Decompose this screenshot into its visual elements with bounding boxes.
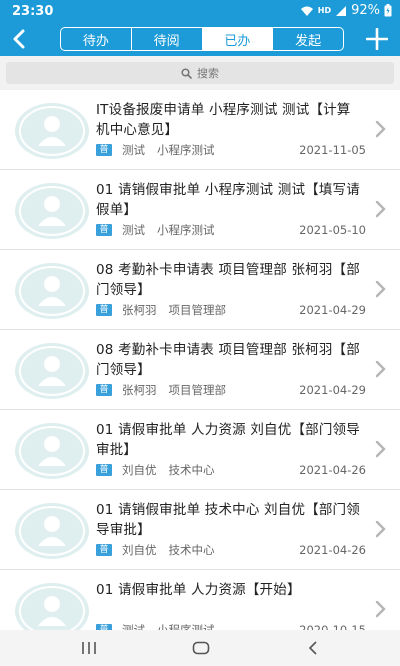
tab-to-read[interactable]: 待阅 [132, 28, 203, 50]
avatar-icon [15, 343, 89, 399]
chevron-right-icon [375, 600, 386, 618]
item-title: 08 考勤补卡申请表 项目管理部 张柯羽【部门领导】 [96, 262, 360, 298]
status-time: 23:30 [12, 4, 54, 19]
item-person: 张柯羽 [122, 303, 157, 317]
item-department: 小程序测试 [157, 223, 215, 237]
recent-apps-icon [82, 642, 96, 654]
list-item[interactable]: 01 请假审批单 人力资源 刘自优【部门领导审批】 普 刘自优 技术中心 202… [0, 410, 400, 490]
item-title: 01 请销假审批单 小程序测试 测试【填写请假单】 [96, 182, 360, 218]
system-back-button[interactable] [298, 636, 328, 660]
item-department: 项目管理部 [168, 303, 227, 317]
list-item[interactable]: 01 请假审批单 人力资源【开始】 普 测试 小程序测试 2020-10-15 [0, 570, 400, 630]
list-item[interactable]: IT设备报废申请单 小程序测试 测试【计算机中心意见】 普 测试 小程序测试 2… [0, 90, 400, 170]
document-list: IT设备报废申请单 小程序测试 测试【计算机中心意见】 普 测试 小程序测试 2… [0, 90, 400, 630]
item-person: 刘自优 [122, 463, 157, 477]
item-date: 2021-04-29 [299, 303, 366, 317]
list-item[interactable]: 01 请销假审批单 技术中心 刘自优【部门领导审批】 普 刘自优 技术中心 20… [0, 490, 400, 570]
item-department: 技术中心 [168, 543, 215, 557]
item-meta: 普 张柯羽 项目管理部 2021-04-29 [96, 302, 366, 318]
item-title: 01 请假审批单 人力资源 刘自优【部门领导审批】 [96, 422, 360, 458]
recent-apps-button[interactable] [74, 636, 104, 660]
priority-badge: 普 [96, 544, 112, 556]
search-bar: 搜索 [0, 56, 400, 90]
battery-percent: 92% [351, 3, 380, 18]
home-button[interactable] [186, 636, 216, 660]
item-person: 测试 [122, 623, 145, 630]
avatar-icon [15, 263, 89, 319]
chevron-right-icon [375, 360, 386, 378]
item-meta: 普 刘自优 技术中心 2021-04-26 [96, 542, 366, 558]
chevron-right-icon [375, 280, 386, 298]
chevron-right-icon [375, 120, 386, 138]
item-title: 01 请销假审批单 技术中心 刘自优【部门领导审批】 [96, 502, 360, 538]
priority-badge: 普 [96, 304, 112, 316]
item-date: 2021-04-26 [299, 463, 366, 477]
plus-icon [366, 28, 388, 50]
tab-bar: 待办 待阅 已办 发起 [60, 27, 344, 51]
status-indicators: HD 92% [300, 3, 392, 18]
tab-initiate[interactable]: 发起 [273, 28, 343, 50]
tab-done[interactable]: 已办 [202, 28, 274, 50]
item-date: 2021-04-26 [299, 543, 366, 557]
item-date: 2020-10-15 [299, 623, 366, 630]
item-meta: 普 张柯羽 项目管理部 2021-04-29 [96, 382, 366, 398]
battery-icon [384, 4, 392, 17]
back-arrow-icon [308, 641, 317, 655]
item-date: 2021-11-05 [299, 143, 366, 157]
item-date: 2021-05-10 [299, 223, 366, 237]
item-department: 项目管理部 [168, 383, 227, 397]
avatar-icon [15, 103, 89, 159]
signal-icon [336, 5, 347, 16]
chevron-right-icon [375, 520, 386, 538]
item-meta: 普 测试 小程序测试 2020-10-15 [96, 622, 366, 630]
item-person: 刘自优 [122, 543, 157, 557]
avatar-icon [15, 183, 89, 239]
chevron-right-icon [375, 200, 386, 218]
home-icon [192, 641, 210, 655]
list-item[interactable]: 01 请销假审批单 小程序测试 测试【填写请假单】 普 测试 小程序测试 202… [0, 170, 400, 250]
system-nav-bar [0, 630, 400, 666]
chevron-right-icon [375, 440, 386, 458]
item-title: IT设备报废申请单 小程序测试 测试【计算机中心意见】 [96, 102, 351, 138]
item-title: 08 考勤补卡申请表 项目管理部 张柯羽【部门领导】 [96, 342, 360, 378]
list-item[interactable]: 08 考勤补卡申请表 项目管理部 张柯羽【部门领导】 普 张柯羽 项目管理部 2… [0, 250, 400, 330]
signal-label: HD [317, 6, 332, 15]
search-input[interactable]: 搜索 [6, 62, 394, 84]
avatar-icon [15, 423, 89, 479]
chevron-left-icon [13, 29, 25, 49]
item-department: 技术中心 [168, 463, 215, 477]
item-person: 测试 [122, 223, 145, 237]
priority-badge: 普 [96, 464, 112, 476]
item-title: 01 请假审批单 人力资源【开始】 [96, 582, 301, 598]
item-person: 测试 [122, 143, 145, 157]
add-button[interactable] [362, 24, 392, 54]
search-placeholder: 搜索 [197, 67, 219, 80]
wifi-icon [300, 6, 313, 16]
avatar-icon [15, 503, 89, 559]
priority-badge: 普 [96, 224, 112, 236]
list-item[interactable]: 08 考勤补卡申请表 项目管理部 张柯羽【部门领导】 普 张柯羽 项目管理部 2… [0, 330, 400, 410]
item-date: 2021-04-29 [299, 383, 366, 397]
item-department: 小程序测试 [157, 143, 215, 157]
item-meta: 普 测试 小程序测试 2021-11-05 [96, 142, 366, 158]
search-icon [181, 67, 192, 79]
item-person: 张柯羽 [122, 383, 157, 397]
item-meta: 普 刘自优 技术中心 2021-04-26 [96, 462, 366, 478]
priority-badge: 普 [96, 144, 112, 156]
back-button[interactable] [4, 24, 34, 54]
priority-badge: 普 [96, 384, 112, 396]
header: 待办 待阅 已办 发起 [0, 22, 400, 56]
item-department: 小程序测试 [157, 623, 215, 630]
item-meta: 普 测试 小程序测试 2021-05-10 [96, 222, 366, 238]
status-bar: 23:30 HD 92% [0, 0, 400, 22]
avatar-icon [15, 583, 89, 630]
tab-todo[interactable]: 待办 [61, 28, 132, 50]
